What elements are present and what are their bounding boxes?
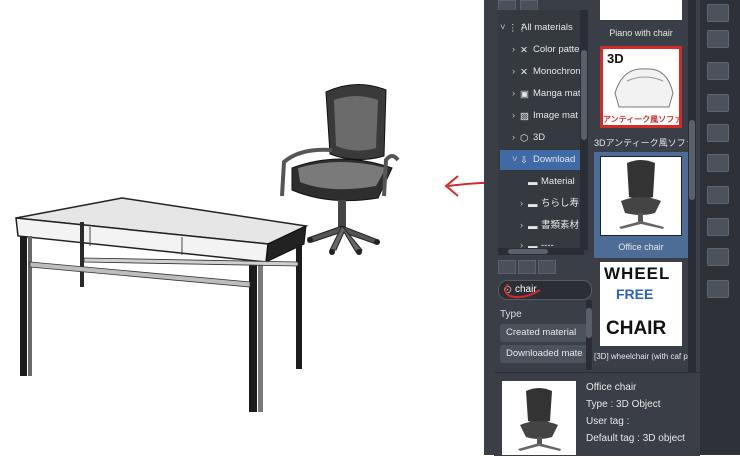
tree-item-monochrome[interactable]: › ✕ Monochron: [512, 62, 581, 82]
tree-hscrollbar-thumb[interactable]: [508, 249, 548, 254]
tree-item-label: 書類素材: [541, 220, 580, 231]
chevron-right-icon: ›: [512, 110, 516, 121]
tree-item-all-materials[interactable]: ˅ ⋮⋮All materials: [500, 18, 573, 38]
thumb-text-chair: CHAIR: [606, 318, 667, 339]
office-chair-icon: [518, 388, 561, 451]
result-thumbnail[interactable]: [600, 0, 682, 20]
result-label: Piano with chair: [609, 28, 673, 38]
layout-icon[interactable]: [707, 218, 729, 236]
tree-item-label: Manga mat: [533, 88, 581, 99]
tree-item-manga-material[interactable]: › ▣ Manga mat: [512, 84, 581, 104]
layout-icon[interactable]: [707, 124, 729, 142]
cube-icon: ⬡: [520, 133, 529, 144]
tree-scrollbar-thumb[interactable]: [581, 50, 587, 140]
folder-icon: ▬: [528, 221, 538, 232]
chevron-right-icon: ›: [520, 198, 524, 209]
detail-user-tag: User tag :: [586, 416, 630, 427]
tree-item-color-pattern[interactable]: › ✕ Color patte: [512, 40, 579, 60]
annotation-arrow: [444, 175, 621, 197]
result-thumbnail[interactable]: 3D アンティーク風ソファ02: [600, 46, 682, 128]
material-tree: ˅ ⋮⋮All materials › ✕ Color patte › ✕ Monochr…: [498, 10, 584, 250]
canvas-area[interactable]: [0, 0, 621, 455]
folder-icon: ▬: [528, 199, 538, 210]
sofa-icon: [614, 68, 674, 108]
image-icon: ▨: [520, 111, 529, 122]
filter-scrollbar-thumb[interactable]: [586, 308, 592, 338]
tree-item-image-material[interactable]: › ▨ Image mat: [512, 106, 578, 126]
grid-icon[interactable]: [707, 248, 729, 266]
layout-icon[interactable]: [707, 154, 729, 172]
tree-item-label: Image mat: [533, 110, 578, 121]
detail-name: Office chair: [586, 382, 637, 393]
results-scrollbar[interactable]: [688, 0, 696, 372]
pattern-icon: ✕: [520, 67, 528, 78]
detail-type: Type : 3D Object: [586, 399, 661, 410]
detail-thumbnail: [502, 381, 576, 455]
tree-item-label: All materials: [521, 22, 573, 33]
folder-tool-button[interactable]: [538, 260, 556, 274]
chevron-right-icon: ›: [512, 44, 516, 55]
folder-icon: ▬: [528, 177, 538, 188]
office-chair-icon: [619, 160, 664, 229]
pattern-icon: ✕: [520, 45, 528, 56]
add-folder-button[interactable]: [498, 260, 516, 274]
result-label: Office chair: [618, 242, 664, 252]
folder-icon: ▬: [528, 241, 538, 250]
chevron-down-icon: ˅: [500, 22, 506, 33]
grid-icon: ⋮⋮: [508, 23, 527, 34]
delete-icon[interactable]: [707, 280, 729, 298]
desk-model: [15, 197, 309, 412]
thumb-text-free: FREE: [616, 286, 654, 302]
tree-item-label: Material: [541, 176, 575, 187]
tree-item-download[interactable]: ˅ ⇩ Download: [500, 150, 584, 170]
tree-item-3d[interactable]: › ⬡ 3D: [512, 128, 545, 148]
filter-downloaded-material[interactable]: Downloaded mate: [500, 345, 592, 363]
result-thumbnail[interactable]: [600, 156, 682, 236]
tree-item-label: ちらし寿司: [541, 198, 584, 209]
scene-svg: [15, 84, 621, 412]
results-list: Piano with chair 3D アンティーク風ソファ02 3Dアンティー…: [594, 0, 688, 372]
download-folder-icon: ⇩: [520, 155, 528, 166]
tree-item-label: 3D: [533, 132, 546, 143]
tree-hscrollbar[interactable]: [498, 248, 584, 255]
tree-item-documents[interactable]: › ▬ 書類素材: [520, 216, 579, 236]
results-scrollbar-thumb[interactable]: [689, 120, 695, 200]
chevron-down-icon: ˅: [512, 154, 518, 165]
tree-item-label: Monochron: [533, 66, 581, 77]
grid-icon[interactable]: [707, 94, 729, 112]
detail-default-tag: Default tag : 3D object: [586, 433, 685, 444]
thumb-text-wheel: WHEEL: [604, 264, 671, 283]
result-label: [3D] wheelchair (with caf pu: [594, 352, 688, 361]
thumb-caption: アンティーク風ソファ02: [603, 114, 679, 125]
tree-item-label: Download: [533, 154, 576, 165]
result-label: 3Dアンティーク風ソファ02: [594, 138, 688, 148]
annotation-circle: [504, 283, 541, 299]
download-icon[interactable]: [707, 30, 729, 48]
chevron-right-icon: ›: [520, 220, 524, 231]
tree-item-chirashi[interactable]: › ▬ ちらし寿司: [520, 194, 584, 214]
chevron-right-icon: ›: [512, 132, 516, 143]
chevron-right-icon: ›: [512, 66, 516, 77]
tree-item-material[interactable]: ▬ Material: [528, 172, 575, 192]
folder-tool-button[interactable]: [518, 260, 536, 274]
tree-scrollbar[interactable]: [580, 10, 588, 250]
command-button[interactable]: [707, 4, 729, 22]
chevron-right-icon: ›: [512, 88, 516, 99]
close-icon[interactable]: [707, 62, 729, 80]
filter-created-material[interactable]: Created material: [500, 324, 592, 342]
tree-item-label: Color patte: [533, 44, 580, 55]
type-filter-label: Type: [500, 309, 522, 320]
result-thumbnail[interactable]: WHEEL FREE CHAIR: [600, 262, 682, 346]
folder-icon[interactable]: [707, 186, 729, 204]
filter-scrollbar[interactable]: [586, 300, 592, 370]
manga-icon: ▣: [520, 89, 529, 100]
